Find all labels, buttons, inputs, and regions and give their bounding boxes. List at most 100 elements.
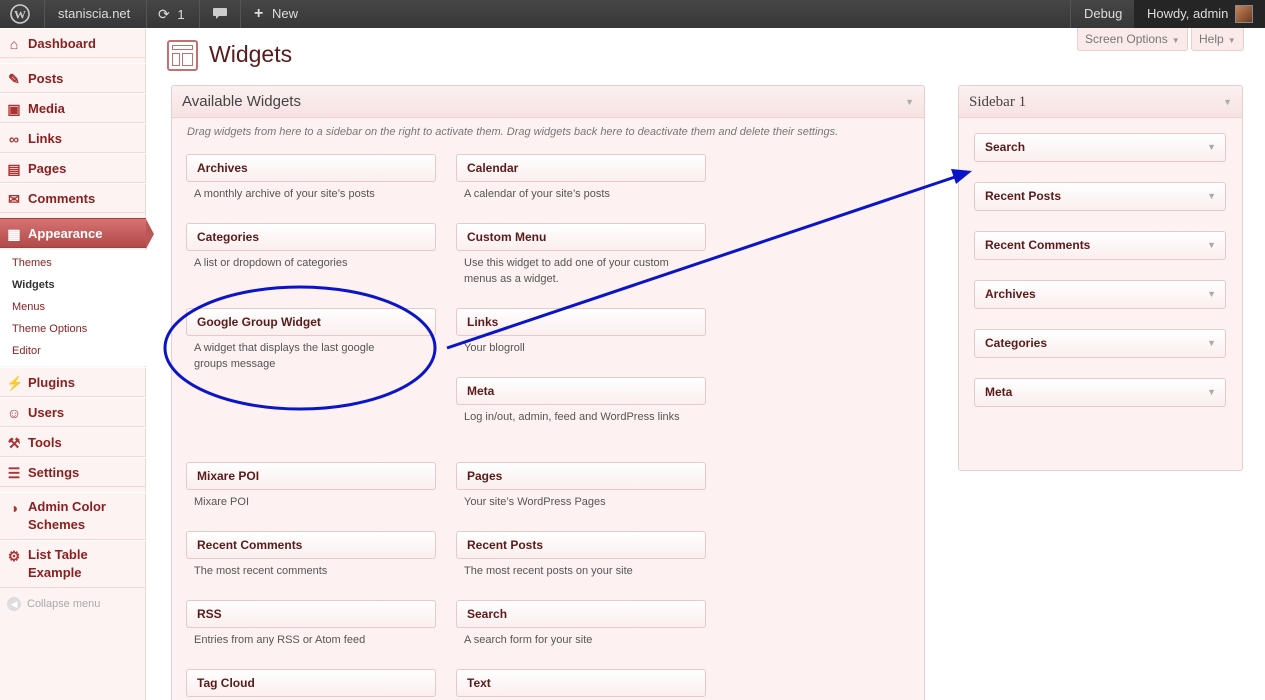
menu-label-line2: Schemes [28, 517, 86, 532]
menu-item-pages[interactable]: ▤ Pages [0, 153, 146, 183]
widget-google-group[interactable]: Google Group Widget [186, 308, 436, 336]
widget-description: A list or dropdown of categories [194, 257, 348, 269]
menu-label: Tools [28, 435, 62, 450]
gear-icon: ⚙ [7, 548, 21, 564]
menu-item-settings[interactable]: ☰ Settings [0, 457, 146, 487]
svg-text:W: W [14, 8, 26, 22]
sidebar-widget-meta[interactable]: Meta ▼ [974, 378, 1226, 407]
widget-description: The most recent comments [194, 565, 328, 577]
submenu-widgets[interactable]: Widgets [12, 274, 55, 296]
site-name-link[interactable]: staniscia.net [58, 0, 130, 28]
sidebar-widget-recent-posts[interactable]: Recent Posts ▼ [974, 182, 1226, 211]
expand-arrow-icon[interactable]: ▼ [1207, 232, 1216, 259]
wordpress-logo-icon[interactable]: W [10, 0, 34, 28]
widget-tag-cloud[interactable]: Tag Cloud [186, 669, 436, 697]
expand-arrow-icon[interactable]: ▼ [1207, 330, 1216, 357]
media-icon: ▣ [7, 101, 21, 117]
menu-item-plugins[interactable]: ⚡ Plugins [0, 367, 146, 397]
widget-search[interactable]: Search [456, 600, 706, 628]
comment-icon: ✉ [8, 191, 20, 207]
widget-description: A widget that displays the last google g… [194, 342, 375, 370]
submenu-themes[interactable]: Themes [12, 252, 52, 274]
menu-item-tools[interactable]: ⚒ Tools [0, 427, 146, 457]
menu-label: Media [28, 101, 65, 116]
widgets-page-icon [167, 40, 198, 71]
new-label: New [271, 6, 298, 21]
chevron-down-icon: ▼ [1171, 36, 1180, 45]
widget-description: Your blogroll [464, 342, 525, 354]
widget-mixare-poi[interactable]: Mixare POI [186, 462, 436, 490]
sidebar-widget-label: Recent Posts [985, 189, 1062, 203]
sidebar-widget-label: Meta [985, 385, 1013, 399]
menu-label: Pages [28, 161, 67, 176]
screen-options-label: Screen Options [1085, 32, 1168, 46]
screen-options-button[interactable]: Screen Options ▼ [1077, 28, 1188, 51]
appearance-icon: ▦ [7, 226, 21, 242]
pages-icon: ▤ [7, 161, 21, 177]
sidebar-widget-recent-comments[interactable]: Recent Comments ▼ [974, 231, 1226, 260]
toggle-arrow-icon[interactable]: ▼ [905, 86, 914, 118]
widget-text[interactable]: Text [456, 669, 706, 697]
updates-button[interactable]: ⟳ 1 [158, 0, 185, 28]
menu-label-line1: Admin Color [28, 499, 106, 514]
sidebar-widget-search[interactable]: Search ▼ [974, 133, 1226, 162]
help-button[interactable]: Help ▼ [1191, 28, 1244, 51]
dashboard-icon: ⌂ [9, 36, 19, 52]
debug-button[interactable]: Debug [1084, 0, 1122, 28]
widget-description: Mixare POI [194, 496, 250, 508]
widget-custom-menu[interactable]: Custom Menu [456, 223, 706, 251]
menu-item-links[interactable]: ∞ Links [0, 123, 146, 153]
menu-item-appearance[interactable]: ▦ Appearance [0, 218, 154, 249]
menu-item-dashboard[interactable]: ⌂ Dashboard [0, 28, 146, 58]
sidebar-1-header[interactable]: Sidebar 1 ▼ [959, 86, 1242, 118]
widget-rss[interactable]: RSS [186, 600, 436, 628]
submenu-menus[interactable]: Menus [12, 296, 45, 318]
expand-arrow-icon[interactable]: ▼ [1207, 134, 1216, 161]
menu-label-line1: List Table [28, 547, 88, 562]
widget-recent-comments[interactable]: Recent Comments [186, 531, 436, 559]
menu-label: Settings [28, 465, 80, 480]
menu-item-users[interactable]: ☺ Users [0, 397, 146, 427]
widget-meta[interactable]: Meta [456, 377, 706, 405]
collapse-menu-button[interactable]: ◀ Collapse menu [7, 594, 100, 614]
panel-title: Sidebar 1 [969, 94, 1027, 110]
toggle-arrow-icon[interactable]: ▼ [1223, 86, 1232, 118]
widget-description: Log in/out, admin, feed and WordPress li… [464, 411, 680, 423]
collapse-arrow-icon: ◀ [7, 597, 21, 611]
appearance-submenu: Themes Widgets Menus Theme Options Edito… [0, 250, 146, 366]
widget-calendar[interactable]: Calendar [456, 154, 706, 182]
sidebar-widget-archives[interactable]: Archives ▼ [974, 280, 1226, 309]
widget-description: Use this widget to add one of your custo… [464, 257, 669, 285]
menu-item-list-table-example[interactable]: ⚙ List Table Example [0, 540, 146, 588]
my-account-menu[interactable]: Howdy, admin [1134, 0, 1265, 28]
menu-item-posts[interactable]: ✎ Posts [0, 63, 146, 93]
submenu-theme-options[interactable]: Theme Options [12, 318, 87, 340]
expand-arrow-icon[interactable]: ▼ [1207, 183, 1216, 210]
menu-item-comments[interactable]: ✉ Comments [0, 183, 146, 213]
plug-icon: ⚡ [6, 375, 24, 391]
sidebar-widget-label: Search [985, 140, 1026, 154]
expand-arrow-icon[interactable]: ▼ [1207, 281, 1216, 308]
widget-links[interactable]: Links [456, 308, 706, 336]
menu-item-media[interactable]: ▣ Media [0, 93, 146, 123]
available-widgets-header[interactable]: Available Widgets ▼ [172, 86, 924, 118]
panel-title: Available Widgets [182, 93, 301, 110]
menu-item-admin-color-schemes[interactable]: ◑ Admin Color Schemes [0, 492, 146, 540]
users-icon: ☺ [6, 405, 22, 421]
widget-archives[interactable]: Archives [186, 154, 436, 182]
avatar [1235, 5, 1253, 23]
menu-label: Dashboard [28, 36, 96, 51]
sidebar-widget-categories[interactable]: Categories ▼ [974, 329, 1226, 358]
available-widgets-hint: Drag widgets from here to a sidebar on t… [187, 126, 839, 138]
expand-arrow-icon[interactable]: ▼ [1207, 379, 1216, 406]
comments-button[interactable] [212, 0, 228, 28]
refresh-icon: ⟳ [158, 6, 170, 22]
sidebar-widget-label: Categories [985, 336, 1048, 350]
widget-categories[interactable]: Categories [186, 223, 436, 251]
widget-pages[interactable]: Pages [456, 462, 706, 490]
tools-icon: ⚒ [7, 435, 21, 451]
sidebar-widget-label: Recent Comments [985, 238, 1091, 252]
submenu-editor[interactable]: Editor [12, 340, 41, 362]
widget-recent-posts[interactable]: Recent Posts [456, 531, 706, 559]
new-content-button[interactable]: + New [254, 0, 298, 28]
